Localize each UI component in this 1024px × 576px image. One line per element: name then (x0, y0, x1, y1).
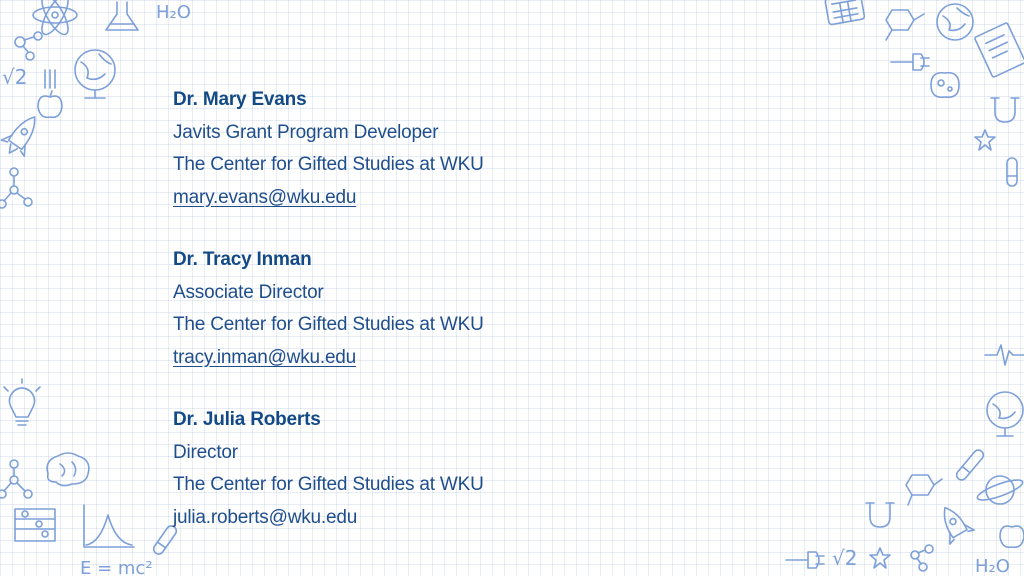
magnet-icon (990, 97, 1020, 123)
plug-icon (785, 551, 825, 569)
contact-organization: The Center for Gifted Studies at WKU (173, 314, 484, 335)
star-icon (974, 129, 996, 151)
contact-organization: The Center for Gifted Studies at WKU (173, 154, 484, 175)
lightbulb-icon (3, 378, 41, 426)
molecule-icon (885, 9, 925, 41)
apple-icon (999, 525, 1024, 549)
molecule-icon (14, 31, 43, 61)
formula-root2: √2 (2, 65, 27, 89)
contact-title: Director (173, 441, 238, 463)
contact-title: Javits Grant Program Developer (173, 121, 439, 143)
contact-name: Dr. Julia Roberts (173, 409, 321, 430)
bell-curve-icon (83, 504, 135, 548)
test-tube-icon (955, 449, 985, 481)
molecule-icon (0, 167, 33, 209)
contact-card: Dr. Julia Roberts Director The Center fo… (173, 404, 693, 534)
contact-card: Dr. Mary Evans Javits Grant Program Deve… (173, 84, 693, 214)
microbe-icon (930, 71, 960, 99)
pulse-icon (984, 344, 1024, 366)
test-tube-icon (1006, 157, 1018, 187)
brain-icon (46, 452, 90, 487)
flask-icon (105, 1, 139, 31)
contact-name: Dr. Tracy Inman (173, 249, 312, 270)
contact-email-link[interactable]: tracy.inman@wku.edu (173, 342, 693, 375)
contact-email-link[interactable]: mary.evans@wku.edu (173, 182, 693, 215)
star-icon (869, 547, 891, 569)
magnet-icon (865, 502, 895, 528)
planet-icon (976, 475, 1024, 505)
plug-icon (890, 53, 930, 71)
abacus-icon (14, 508, 56, 542)
book-icon (974, 22, 1024, 78)
apple-icon (37, 90, 63, 119)
calculator-icon (824, 0, 866, 26)
contact-card: Dr. Tracy Inman Associate Director The C… (173, 244, 693, 374)
rocket-icon (0, 116, 36, 157)
rocket-icon (943, 506, 975, 545)
globe-icon (936, 3, 974, 41)
formula-h2o-br: H₂O (975, 556, 1010, 576)
contact-title: Associate Director (173, 281, 324, 303)
contact-name: Dr. Mary Evans (173, 89, 307, 110)
contact-organization: The Center for Gifted Studies at WKU (173, 474, 484, 495)
molecule-icon (0, 459, 33, 499)
pencil-lines-icon (44, 69, 56, 89)
globe-icon (986, 391, 1024, 437)
formula-root2-br: √2 (832, 546, 857, 570)
formula-emc2: E = mc² (80, 558, 153, 576)
contact-email: julia.roberts@wku.edu (173, 506, 358, 528)
molecule-icon (905, 474, 943, 506)
contact-list: Dr. Mary Evans Javits Grant Program Deve… (173, 84, 693, 564)
molecule-icon (910, 544, 934, 572)
globe-icon (74, 49, 116, 99)
formula-h2o: H₂O (156, 2, 191, 23)
